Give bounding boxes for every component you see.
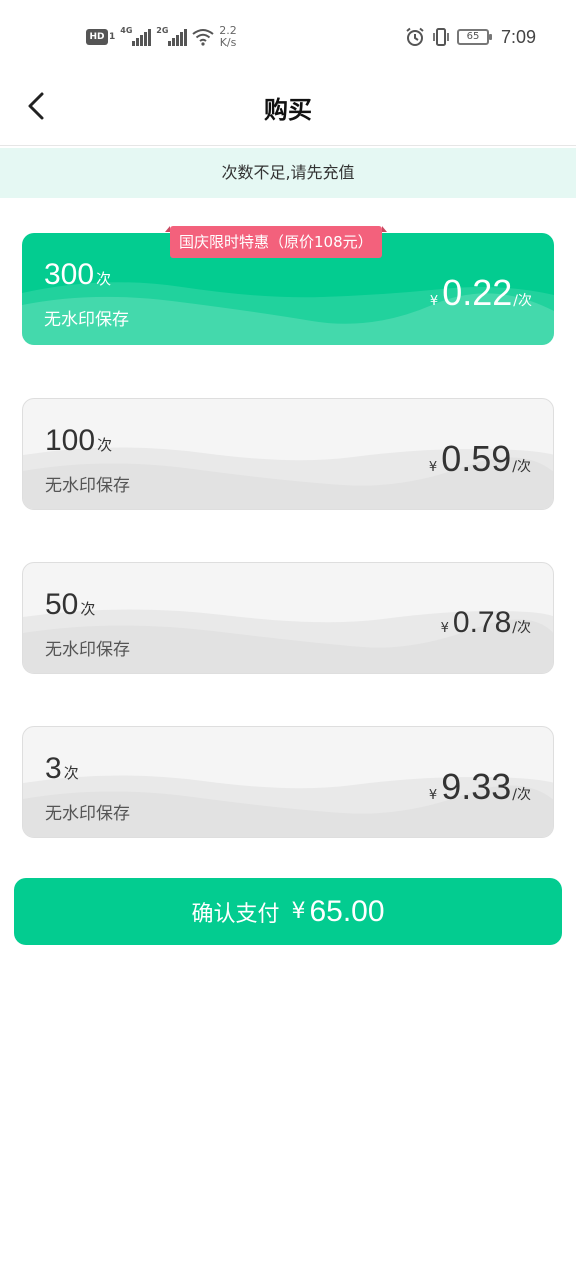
package-count-number: 300 bbox=[44, 258, 95, 291]
page-title: 购买 bbox=[264, 96, 312, 124]
price-number: 0.59 bbox=[441, 438, 512, 479]
package-unit-price: ¥ 9.33 /次 bbox=[429, 767, 531, 807]
currency-symbol: ¥ bbox=[428, 460, 438, 475]
hd-sub-label: 1 bbox=[109, 32, 116, 42]
pay-label: 确认支付 bbox=[191, 901, 280, 927]
confirm-pay-button[interactable]: 确认支付 ¥ 65.00 bbox=[14, 878, 562, 945]
signal-4g-tag: 4G bbox=[120, 26, 133, 35]
speed-unit: K/s bbox=[219, 36, 237, 49]
signal-4g-icon: 4G bbox=[120, 26, 152, 46]
package-count: 50 次 bbox=[45, 587, 95, 623]
package-count: 100 次 bbox=[45, 423, 112, 459]
package-description: 无水印保存 bbox=[45, 476, 130, 496]
currency-symbol: ¥ bbox=[440, 621, 449, 636]
package-unit-price: ¥ 0.22 /次 bbox=[430, 273, 532, 313]
package-description: 无水印保存 bbox=[44, 310, 129, 330]
package-count: 3 次 bbox=[45, 751, 79, 787]
battery-icon: 65 bbox=[456, 29, 492, 45]
package-count: 300 次 bbox=[44, 257, 111, 293]
package-count-unit: 次 bbox=[97, 436, 113, 454]
vibrate-icon bbox=[433, 28, 449, 46]
currency-symbol: ¥ bbox=[429, 294, 439, 309]
package-description: 无水印保存 bbox=[45, 640, 130, 660]
app-header: 购买 bbox=[0, 72, 576, 146]
promo-badge: 国庆限时特惠（原价108元） bbox=[165, 226, 387, 258]
insufficient-notice: 次数不足,请先充值 bbox=[0, 148, 576, 198]
status-time: 7:09 bbox=[500, 26, 536, 47]
package-count-unit: 次 bbox=[63, 764, 79, 782]
price-per-unit: /次 bbox=[512, 459, 531, 475]
package-count-number: 100 bbox=[45, 424, 96, 457]
package-unit-price: ¥ 0.59 /次 bbox=[429, 439, 531, 479]
price-number: 0.22 bbox=[442, 272, 513, 313]
package-count-number: 3 bbox=[45, 752, 62, 785]
price-number: 9.33 bbox=[441, 766, 512, 807]
package-option-3[interactable]: 3 次 无水印保存 ¥ 9.33 /次 bbox=[22, 726, 554, 838]
alarm-icon bbox=[406, 27, 424, 46]
pay-amount: 65.00 bbox=[309, 894, 385, 928]
signal-2g-icon: 2G bbox=[156, 26, 188, 46]
package-option-100[interactable]: 100 次 无水印保存 ¥ 0.59 /次 bbox=[22, 398, 554, 510]
price-per-unit: /次 bbox=[512, 787, 531, 803]
package-count-unit: 次 bbox=[80, 600, 96, 618]
package-unit-price: ¥ 0.78 /次 bbox=[441, 603, 531, 643]
hd-icon: HD bbox=[86, 29, 108, 45]
price-number: 0.78 bbox=[452, 606, 512, 639]
pay-currency: ¥ bbox=[291, 899, 306, 924]
signal-2g-tag: 2G bbox=[156, 26, 169, 35]
currency-symbol: ¥ bbox=[428, 788, 438, 803]
package-count-unit: 次 bbox=[96, 270, 112, 288]
network-speed: 2.2 K/s bbox=[219, 25, 237, 49]
status-right: 65 7:09 bbox=[405, 24, 536, 50]
package-count-number: 50 bbox=[45, 588, 79, 621]
price-per-unit: /次 bbox=[513, 293, 532, 309]
status-left: HD 1 4G 2G 2.2 K/s bbox=[86, 24, 237, 50]
wifi-icon bbox=[192, 29, 214, 46]
package-description: 无水印保存 bbox=[45, 804, 130, 824]
status-bar: HD 1 4G 2G 2.2 K/s 65 7:09 bbox=[0, 0, 576, 72]
package-option-50[interactable]: 50 次 无水印保存 ¥ 0.78 /次 bbox=[22, 562, 554, 674]
price-per-unit: /次 bbox=[512, 620, 531, 636]
